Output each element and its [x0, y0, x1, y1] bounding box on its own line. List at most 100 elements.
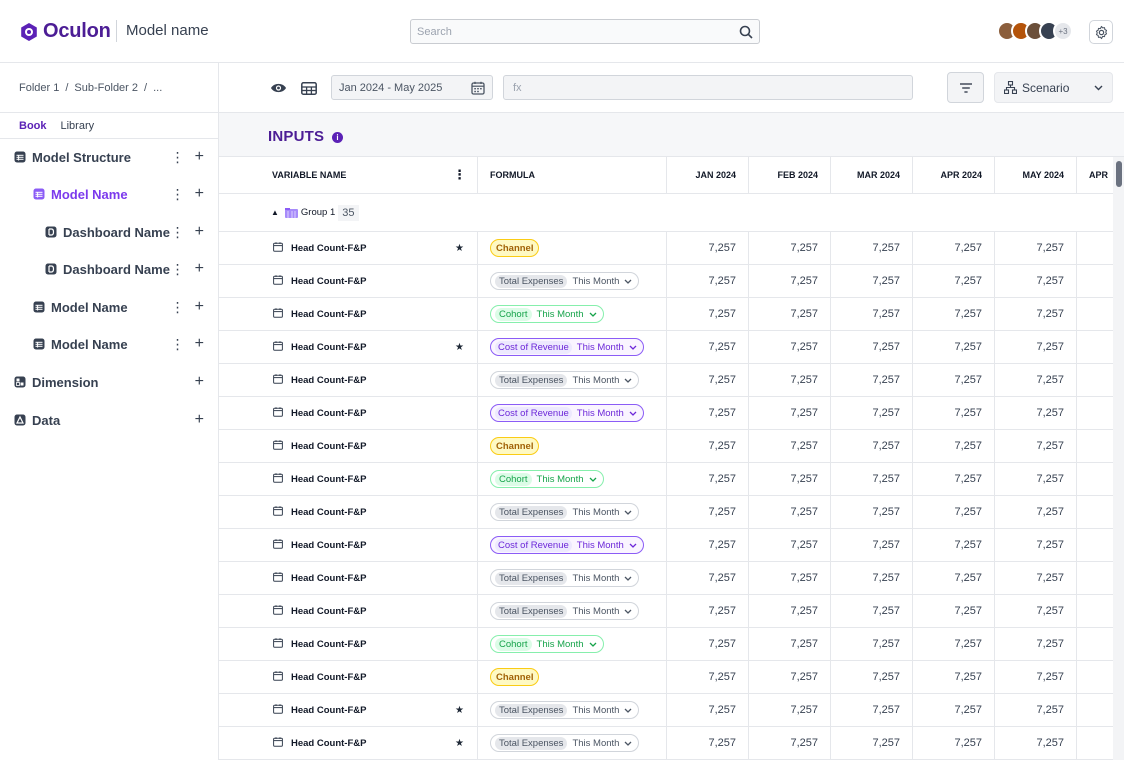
value-cell[interactable]	[1077, 463, 1113, 495]
value-cell[interactable]: 7,257	[749, 727, 831, 759]
value-cell[interactable]: 7,257	[913, 628, 995, 660]
star-icon[interactable]: ★	[455, 342, 464, 353]
breadcrumb-folder-1[interactable]: Folder 1	[19, 82, 59, 94]
formula-pill-total[interactable]: Total Expenses This Month	[490, 503, 640, 521]
formula-pill-cost[interactable]: Cost of Revenue This Month	[490, 404, 644, 422]
formula-pill-total[interactable]: Total Expenses This Month	[490, 371, 640, 389]
value-cell[interactable]	[1077, 628, 1113, 660]
formula-cell[interactable]: Cost of Revenue This Month	[478, 529, 667, 561]
chevron-down-icon[interactable]	[624, 607, 632, 616]
variable-name-cell[interactable]: Head Count-F&P	[219, 661, 478, 693]
chevron-down-icon[interactable]	[624, 739, 632, 748]
value-cell[interactable]	[1077, 397, 1113, 429]
value-cell[interactable]: 7,257	[667, 496, 749, 528]
value-cell[interactable]	[1077, 694, 1113, 726]
value-cell[interactable]: 7,257	[831, 364, 913, 396]
value-cell[interactable]: 7,257	[995, 661, 1077, 693]
table-row[interactable]: Head Count-F&P ★ Total Expenses This Month 7…	[219, 727, 1113, 760]
column-menu-icon[interactable]: ⋮	[453, 167, 466, 183]
value-cell[interactable]: 7,257	[913, 397, 995, 429]
value-cell[interactable]	[1077, 595, 1113, 627]
value-cell[interactable]: 7,257	[667, 661, 749, 693]
formula-cell[interactable]: Total Expenses This Month	[478, 595, 667, 627]
brand-logo[interactable]: Oculon	[19, 20, 111, 43]
value-cell[interactable]: 7,257	[831, 628, 913, 660]
value-cell[interactable]: 7,257	[913, 529, 995, 561]
visibility-toggle[interactable]	[269, 80, 287, 96]
value-cell[interactable]: 7,257	[667, 628, 749, 660]
formula-cell[interactable]: Total Expenses This Month	[478, 727, 667, 759]
table-row[interactable]: Head Count-F&P ★ Channel 7,257 7,257 7,257 7,2…	[219, 232, 1113, 265]
value-cell[interactable]	[1077, 298, 1113, 330]
scrollbar-thumb[interactable]	[1116, 161, 1122, 187]
value-cell[interactable]: 7,257	[831, 496, 913, 528]
value-cell[interactable]: 7,257	[749, 595, 831, 627]
value-cell[interactable]: 7,257	[995, 463, 1077, 495]
collapse-caret-icon[interactable]: ▲	[271, 208, 279, 217]
value-cell[interactable]: 7,257	[667, 727, 749, 759]
value-cell[interactable]: 7,257	[831, 727, 913, 759]
value-cell[interactable]: 7,257	[749, 562, 831, 594]
tree-item-dimension[interactable]: Dimension +	[0, 369, 218, 395]
formula-pill-channel[interactable]: Channel	[490, 239, 540, 257]
more-options-icon[interactable]: ⋮	[171, 224, 185, 241]
value-cell[interactable]: 7,257	[667, 397, 749, 429]
value-cell[interactable]: 7,257	[749, 463, 831, 495]
variable-name-cell[interactable]: Head Count-F&P	[219, 364, 478, 396]
formula-pill-cohort[interactable]: Cohort This Month	[490, 470, 604, 488]
more-options-icon[interactable]: ⋮	[171, 186, 185, 203]
tree-item-model-structure[interactable]: Model Structure ⋮ +	[0, 144, 218, 170]
variable-name-cell[interactable]: Head Count-F&P ★	[219, 232, 478, 264]
value-cell[interactable]: 7,257	[913, 265, 995, 297]
table-row[interactable]: Head Count-F&P Total Expenses This Month 7,…	[219, 364, 1113, 397]
value-cell[interactable]: 7,257	[831, 298, 913, 330]
value-cell[interactable]: 7,257	[995, 529, 1077, 561]
chevron-down-icon[interactable]	[624, 277, 632, 286]
add-icon[interactable]: +	[195, 373, 204, 391]
column-header-month[interactable]: APR 2024	[913, 157, 995, 193]
column-header-month[interactable]: APR	[1077, 157, 1113, 193]
value-cell[interactable]: 7,257	[995, 694, 1077, 726]
value-cell[interactable]: 7,257	[667, 562, 749, 594]
value-cell[interactable]: 7,257	[913, 661, 995, 693]
formula-pill-total[interactable]: Total Expenses This Month	[490, 734, 640, 752]
tree-item-model-name[interactable]: Model Name ⋮ +	[0, 181, 218, 207]
value-cell[interactable]: 7,257	[749, 430, 831, 462]
vertical-scrollbar[interactable]	[1113, 157, 1124, 760]
star-icon[interactable]: ★	[455, 738, 464, 749]
formula-pill-cohort[interactable]: Cohort This Month	[490, 635, 604, 653]
search-input[interactable]	[417, 25, 739, 38]
search-icon[interactable]	[739, 25, 753, 39]
formula-pill-total[interactable]: Total Expenses This Month	[490, 701, 640, 719]
value-cell[interactable]	[1077, 529, 1113, 561]
chevron-down-icon[interactable]	[624, 706, 632, 715]
formula-cell[interactable]: Cohort This Month	[478, 298, 667, 330]
value-cell[interactable]	[1077, 562, 1113, 594]
more-options-icon[interactable]: ⋮	[171, 261, 185, 278]
tab-book[interactable]: Book	[19, 120, 47, 132]
formula-cell[interactable]: Cost of Revenue This Month	[478, 397, 667, 429]
group-row[interactable]: ▲ Group 1 35	[219, 194, 1113, 232]
value-cell[interactable]: 7,257	[995, 331, 1077, 363]
variable-name-cell[interactable]: Head Count-F&P	[219, 397, 478, 429]
formula-cell[interactable]: Channel	[478, 661, 667, 693]
more-options-icon[interactable]: ⋮	[171, 299, 185, 316]
variable-name-cell[interactable]: Head Count-F&P	[219, 430, 478, 462]
tree-item-model-name[interactable]: Model Name ⋮ +	[0, 331, 218, 357]
value-cell[interactable]: 7,257	[749, 529, 831, 561]
chevron-down-icon[interactable]	[629, 343, 637, 352]
value-cell[interactable]: 7,257	[913, 463, 995, 495]
value-cell[interactable]	[1077, 364, 1113, 396]
table-row[interactable]: Head Count-F&P ★ Total Expenses This Month 7…	[219, 694, 1113, 727]
formula-cell[interactable]: Cohort This Month	[478, 628, 667, 660]
value-cell[interactable]: 7,257	[913, 562, 995, 594]
more-options-icon[interactable]: ⋮	[171, 336, 185, 353]
calendar-icon[interactable]	[471, 81, 485, 95]
value-cell[interactable]	[1077, 496, 1113, 528]
value-cell[interactable]: 7,257	[831, 694, 913, 726]
tab-library[interactable]: Library	[61, 120, 95, 132]
search-box[interactable]	[410, 19, 760, 44]
value-cell[interactable]: 7,257	[667, 331, 749, 363]
table-row[interactable]: Head Count-F&P Cohort This Month 7,257 7,257…	[219, 628, 1113, 661]
value-cell[interactable]: 7,257	[831, 595, 913, 627]
